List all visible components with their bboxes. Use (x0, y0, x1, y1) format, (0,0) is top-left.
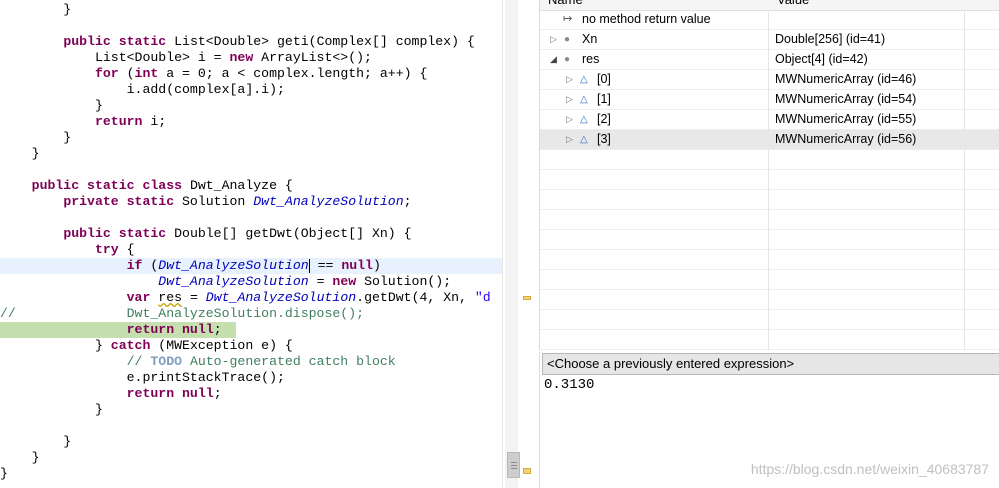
code-line: Dwt_AnalyzeSolution = new Solution(); (158, 274, 452, 289)
variable-row[interactable]: ▷ △ [0] MWNumericArray (id=46) (540, 70, 999, 90)
execution-line: return null; (0, 322, 236, 338)
code-line: return i; (94, 114, 167, 129)
code-line: e.printStackTrace(); (0, 370, 285, 385)
code-line: // TODO Auto-generated catch block (126, 354, 396, 369)
code-line: return null; (126, 386, 222, 401)
current-line: if (Dwt_AnalyzeSolution == null) (0, 258, 502, 274)
watermark: https://blog.csdn.net/weixin_40683787 (750, 461, 989, 477)
collapse-icon[interactable]: ◢ (550, 50, 557, 69)
code-editor[interactable]: } public static List<Double> geti(Comple… (0, 0, 502, 488)
code-line: } (0, 2, 72, 17)
warning-marker[interactable] (523, 296, 531, 300)
code-line: var res = Dwt_AnalyzeSolution.getDwt(4, … (126, 290, 491, 305)
code-line: private static Solution Dwt_AnalyzeSolut… (63, 194, 412, 209)
scrollbar-thumb[interactable] (507, 452, 520, 478)
method-return-icon: ↦ (563, 13, 573, 25)
variable-row[interactable]: ▷ △ [1] MWNumericArray (id=54) (540, 90, 999, 110)
code-line: // Dwt_AnalyzeSolution.dispose(); (0, 306, 365, 321)
variable-row[interactable]: ◢ ● res Object[4] (id=42) (540, 50, 999, 70)
code-line: } (0, 466, 8, 481)
code-line: } (0, 450, 40, 465)
expand-icon[interactable]: ▷ (566, 130, 573, 149)
expand-icon[interactable]: ▷ (566, 70, 573, 89)
code-line: List<Double> i = new ArrayList<>(); (0, 50, 372, 65)
code-line: } (0, 130, 72, 145)
local-variable-icon: ● (564, 34, 571, 45)
variable-row[interactable]: ↦ no method return value (540, 10, 999, 30)
code-line: try { (94, 242, 135, 257)
array-element-icon: △ (580, 74, 588, 85)
overview-ruler[interactable] (502, 0, 539, 488)
code-line: } (0, 98, 103, 113)
code-line: } (0, 146, 40, 161)
variable-row[interactable]: ▷ ● Xn Double[256] (id=41) (540, 30, 999, 50)
code-line: for (int a = 0; a < complex.length; a++)… (94, 66, 428, 81)
code-line: public static Double[] getDwt(Object[] X… (63, 226, 412, 241)
array-element-icon: △ (580, 134, 588, 145)
expand-icon[interactable]: ▷ (566, 110, 573, 129)
code-line: } catch (MWException e) { (0, 338, 293, 353)
code-line: public static class Dwt_Analyze { (31, 178, 293, 193)
expand-icon[interactable]: ▷ (566, 90, 573, 109)
expression-result: 0.3130 (544, 377, 595, 393)
warning-marker[interactable] (523, 468, 531, 474)
expression-history-dropdown[interactable]: <Choose a previously entered expression> (542, 353, 999, 375)
variable-row-selected[interactable]: ▷ △ [3] MWNumericArray (id=56) (540, 130, 999, 150)
code-line: } (0, 434, 72, 449)
value-column-header[interactable]: Value (769, 0, 809, 10)
name-column-header[interactable]: Name (540, 0, 583, 10)
variable-row[interactable]: ▷ △ [2] MWNumericArray (id=55) (540, 110, 999, 130)
text-caret (308, 258, 310, 273)
code-line: } (0, 402, 103, 417)
array-element-icon: △ (580, 114, 588, 125)
vertical-scrollbar[interactable] (505, 0, 520, 488)
local-variable-icon: ● (564, 54, 571, 65)
expand-icon[interactable]: ▷ (550, 30, 557, 49)
variables-view[interactable]: Name Value ↦ no method return value ▷ ● … (539, 0, 999, 350)
array-element-icon: △ (580, 94, 588, 105)
code-line: public static List<Double> geti(Complex[… (63, 34, 475, 49)
code-line: i.add(complex[a].i); (0, 82, 285, 97)
